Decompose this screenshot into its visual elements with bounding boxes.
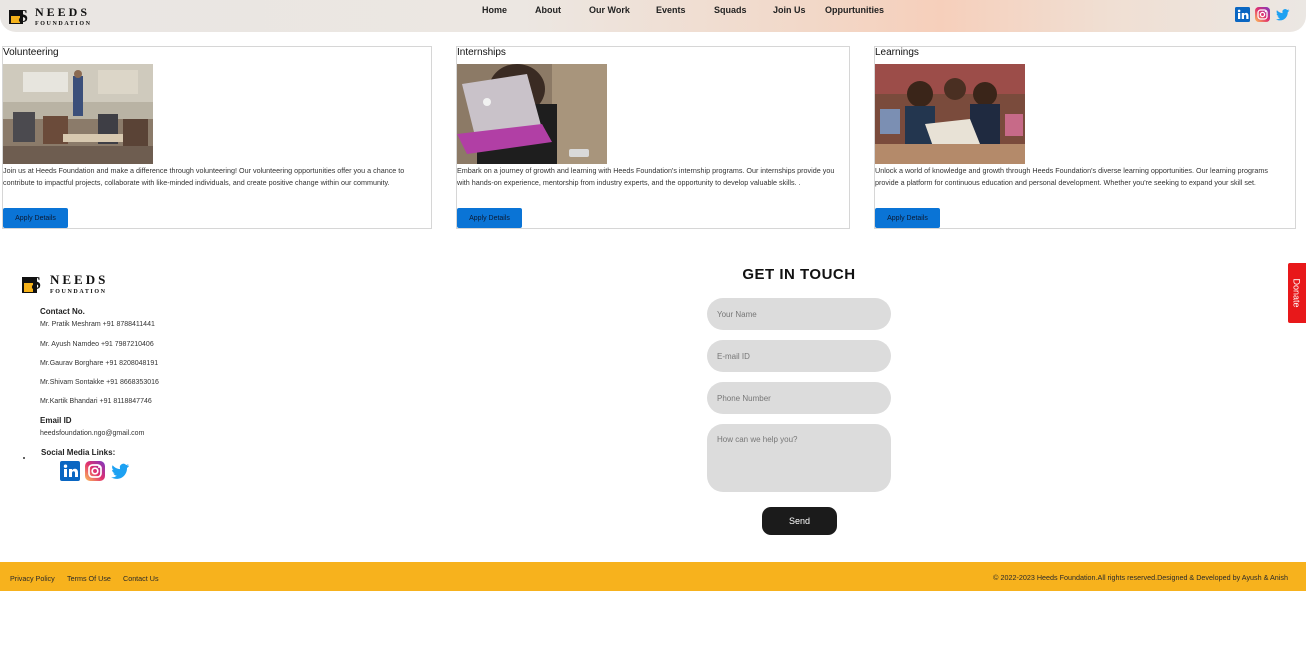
contact-email[interactable]: heedsfoundation.ngo@gmail.com [40,430,144,437]
nav-our-work[interactable]: Our Work [589,5,630,15]
contact-us-link[interactable]: Contact Us [123,574,159,583]
email-input[interactable]: E-mail ID [707,340,891,372]
nav-join-us[interactable]: Join Us [773,5,806,15]
logo-subtext: FOUNDATION [50,288,107,295]
contact-phone: Mr. Pratik Meshram +91 8788411441 [40,321,155,328]
children-reading-photo [875,64,1025,164]
card-internships: Internships Embark on a journey of growt… [456,46,850,229]
main-nav: Home About Our Work Events Squads Join U… [0,5,1306,17]
donate-label: Donate [1292,278,1302,308]
card-title: Internships [457,47,506,58]
card-learnings: Learnings Unlock a world of knowledge an… [874,46,1296,229]
card-title: Volunteering [3,47,59,58]
get-in-touch-heading: GET IN TOUCH [742,266,856,283]
email-heading: Email ID [40,416,72,425]
linkedin-icon[interactable] [60,461,80,481]
privacy-policy-link[interactable]: Privacy Policy [10,574,55,583]
logo-mark-icon: S [22,271,50,295]
nav-home[interactable]: Home [482,5,507,15]
social-heading: Social Media Links: [41,448,116,457]
card-title: Learnings [875,47,919,58]
linkedin-icon[interactable] [1235,7,1250,22]
logo-text: NEEDS [50,271,109,287]
donate-button[interactable]: Donate [1288,263,1306,323]
classroom-photo [3,64,153,164]
card-description: Embark on a journey of growth and learni… [457,166,835,187]
header-social-links [1235,7,1290,22]
copyright-text: © 2022-2023 Heeds Foundation.All rights … [993,573,1288,582]
phone-input[interactable]: Phone Number [707,382,891,414]
card-volunteering: Volunteering Join us at Heeds Foundation… [2,46,432,229]
list-bullet [23,457,25,459]
twitter-icon[interactable] [110,461,130,481]
contact-phone: Mr.Gaurav Borghare +91 8208048191 [40,360,159,367]
contact-phone: Mr. Ayush Namdeo +91 7987210406 [40,341,154,348]
apply-details-button[interactable]: Apply Details [875,208,940,228]
nav-oppurtunities[interactable]: Oppurtunities [825,5,884,15]
twitter-icon[interactable] [1275,7,1290,22]
terms-of-use-link[interactable]: Terms Of Use [67,574,111,583]
logo-subtext: FOUNDATION [35,21,92,27]
instagram-icon[interactable] [85,461,105,481]
contact-phone: Mr.Shivam Sontakke +91 8668353016 [40,379,159,386]
name-input[interactable]: Your Name [707,298,891,330]
send-button[interactable]: Send [762,507,837,535]
contact-heading: Contact No. [40,307,85,316]
contact-phone: Mr.Kartik Bhandari +91 8118847746 [40,398,152,405]
footer-logo[interactable]: S NEEDS FOUNDATION [22,271,108,295]
card-description: Unlock a world of knowledge and growth t… [875,166,1268,187]
instagram-icon[interactable] [1255,7,1270,22]
nav-squads[interactable]: Squads [714,5,747,15]
message-textarea[interactable]: How can we help you? [707,424,891,492]
site-footer: Privacy Policy Terms Of Use Contact Us ©… [0,562,1306,591]
apply-details-button[interactable]: Apply Details [3,208,68,228]
footer-social-links [60,461,130,481]
apply-details-button[interactable]: Apply Details [457,208,522,228]
nav-events[interactable]: Events [656,5,686,15]
site-header: S NEEDS FOUNDATION Home About Our Work E… [0,0,1306,32]
nav-about[interactable]: About [535,5,561,15]
card-description: Join us at Heeds Foundation and make a d… [3,166,405,187]
laptop-photo [457,64,607,164]
